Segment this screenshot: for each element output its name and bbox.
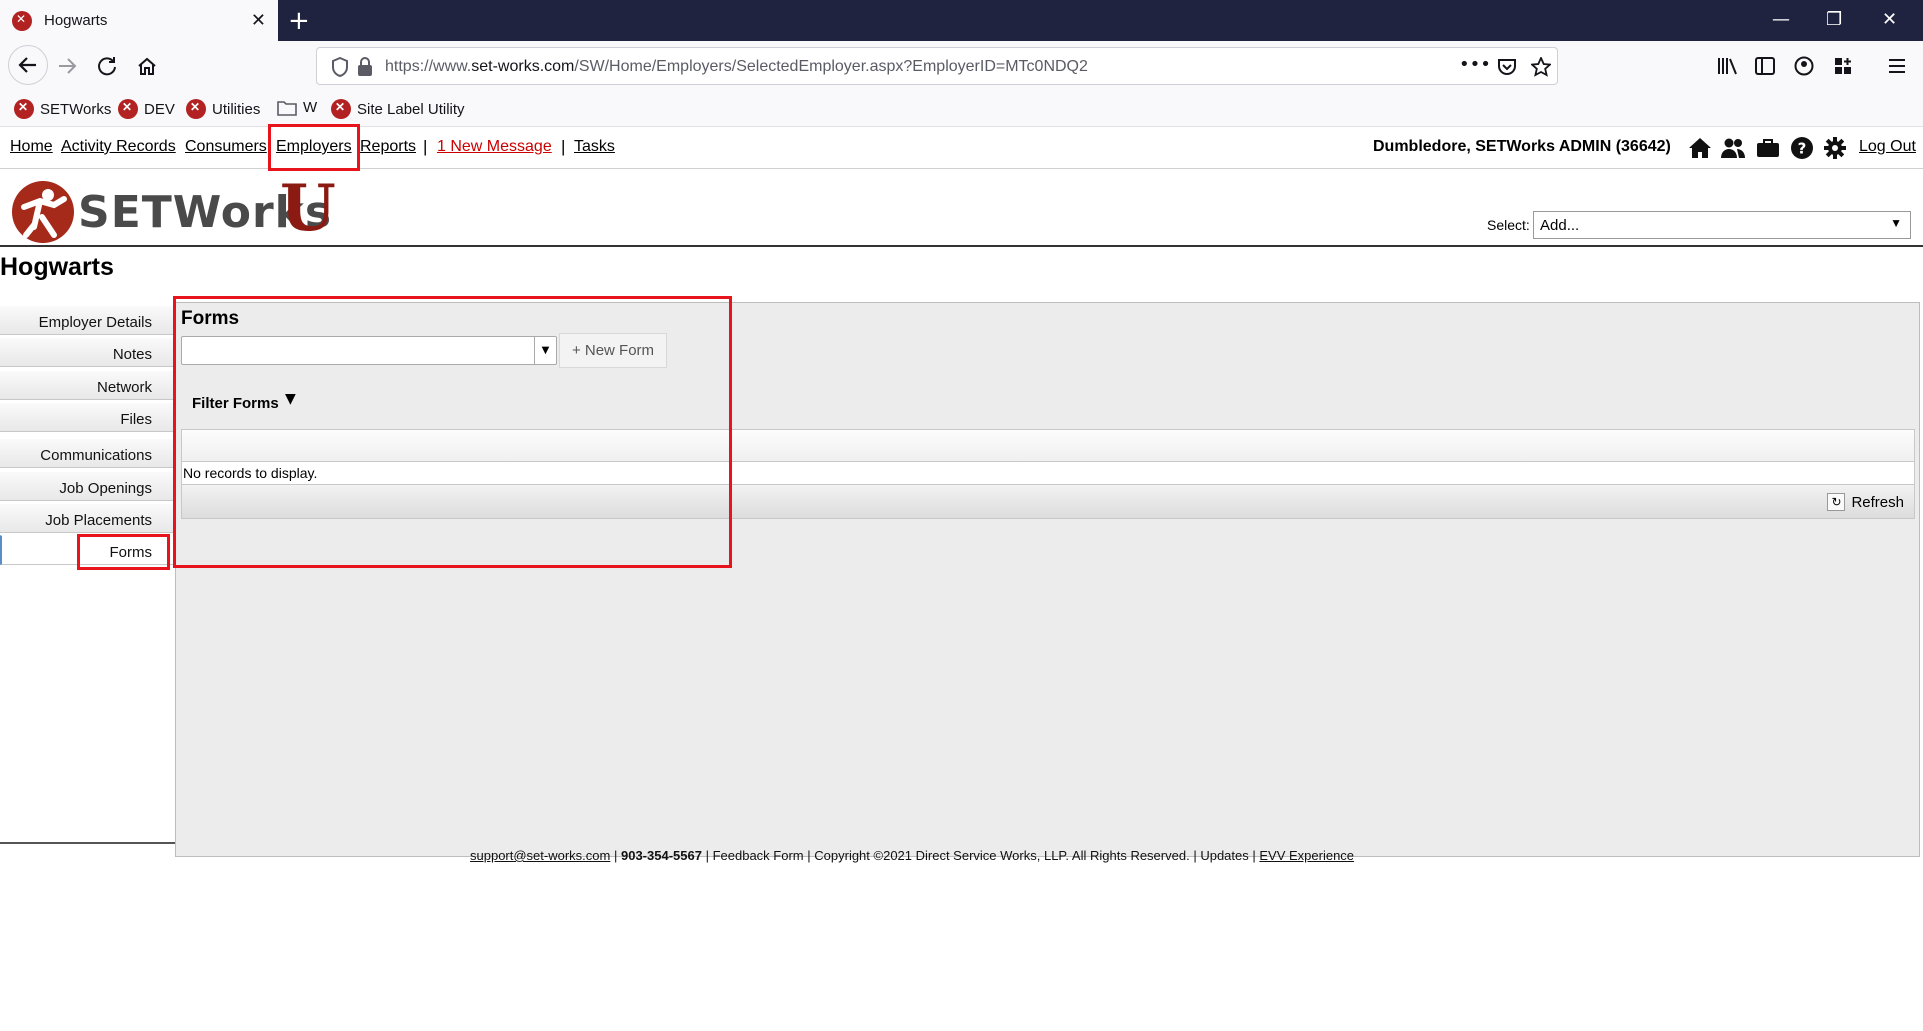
setworks-favicon-icon [118,99,138,119]
menu-consumers[interactable]: Consumers [185,138,267,156]
footer-separator: | [613,848,621,863]
bookmarks-bar: SETWorks DEV Utilities W Site Label Util… [0,91,1923,127]
more-actions-icon[interactable]: ••• [1459,54,1491,75]
highlight-forms-tab [77,534,170,570]
bookmark-label: W [303,99,318,116]
sidebar-item-communications[interactable]: Communications [0,438,174,468]
employer-sidebar: Employer Details Notes Network Files Com… [0,302,175,844]
menu-separator: | [561,137,566,156]
feedback-form-link[interactable]: Feedback Form [713,848,804,863]
bookmark-label: SETWorks [40,100,112,118]
highlight-forms-area [173,296,732,568]
menu-home[interactable]: Home [10,138,53,156]
bookmark-utilities[interactable]: Utilities [186,99,260,119]
restore-icon[interactable]: ❐ [1826,9,1842,30]
sidebar-item-job-openings[interactable]: Job Openings [0,471,174,501]
sidebar-item-network[interactable]: Network [0,370,174,400]
bookmark-setworks[interactable]: SETWorks [14,99,111,119]
browser-tab-strip: Hogwarts ✕ + — ❐ ✕ [0,0,1923,41]
add-select[interactable]: Add... ▼ [1533,211,1911,239]
setworks-logo-icon [12,181,74,243]
shield-icon[interactable] [331,56,349,81]
footer-separator: | [807,848,811,863]
tab-title: Hogwarts [44,12,108,29]
page-title: Hogwarts [0,253,114,281]
account-icon[interactable] [1787,49,1821,83]
setworks-favicon-icon [14,99,34,119]
url-bar[interactable]: https://www.set-works.com/SW/Home/Employ… [316,47,1558,85]
extensions-icon[interactable] [1826,49,1860,83]
browser-tab[interactable]: Hogwarts ✕ [0,0,278,41]
bookmark-label: Utilities [212,100,261,118]
menu-activity-records[interactable]: Activity Records [61,138,176,156]
copyright-text: Copyright ©2021 Direct Service Works, LL… [814,848,1190,863]
briefcase-icon[interactable] [1755,135,1781,161]
url-text[interactable]: https://www.set-works.com/SW/Home/Employ… [385,58,1088,76]
bookmark-folder-w[interactable]: W [277,99,317,116]
home-icon[interactable] [1687,135,1713,161]
lock-icon[interactable] [357,57,373,81]
library-icon[interactable] [1710,49,1744,83]
sidebar-item-employer-details[interactable]: Employer Details [0,305,174,335]
new-tab-icon[interactable]: + [288,6,310,36]
users-icon[interactable] [1720,135,1746,161]
support-phone: 903-354-5567 [620,848,702,863]
chevron-down-icon: ▼ [1890,216,1902,230]
back-icon[interactable] [8,45,48,85]
setworks-favicon-icon [186,99,206,119]
menu-tasks[interactable]: Tasks [574,138,615,156]
select-value: Add... [1540,217,1580,234]
sidebar-item-job-placements[interactable]: Job Placements [0,503,174,533]
help-icon[interactable]: ? [1789,135,1815,161]
sidebar-item-notes[interactable]: Notes [0,337,174,367]
page-footer: support@set-works.com | 903-354-5567 | F… [470,848,1354,863]
bookmark-site-label-utility[interactable]: Site Label Utility [331,99,465,119]
minimize-icon[interactable]: — [1772,9,1790,30]
gear-icon[interactable] [1822,135,1848,161]
close-tab-icon[interactable]: ✕ [251,10,266,31]
select-label: Select: [1487,217,1530,233]
logo-u: U [280,171,336,246]
folder-icon [277,100,297,116]
refresh-button[interactable]: ↻ Refresh [1827,493,1904,511]
bookmark-dev[interactable]: DEV [118,99,175,119]
refresh-icon: ↻ [1827,493,1846,511]
updates-link[interactable]: Updates [1200,848,1248,863]
menu-new-message[interactable]: 1 New Message [437,138,552,156]
logout-link[interactable]: Log Out [1859,138,1916,156]
sidebar-toggle-icon[interactable] [1748,49,1782,83]
close-window-icon[interactable]: ✕ [1882,9,1897,30]
evv-experience-link[interactable]: EVV Experience [1259,848,1354,863]
user-name: Dumbledore, SETWorks ADMIN (36642) [1373,138,1671,155]
forward-icon[interactable] [50,49,84,83]
sidebar-item-files[interactable]: Files [0,402,174,432]
svg-text:?: ? [1798,140,1807,158]
highlight-employers [268,124,360,171]
menu-separator: | [423,137,428,156]
home-icon[interactable] [130,49,164,83]
reload-icon[interactable] [90,49,124,83]
app-header: SETWorks U Select: Add... ▼ [0,169,1923,247]
pocket-icon[interactable] [1497,57,1517,81]
support-email-link[interactable]: support@set-works.com [470,848,610,863]
browser-navbar: https://www.set-works.com/SW/Home/Employ… [0,41,1923,91]
refresh-label: Refresh [1851,493,1904,511]
setworks-favicon-icon [331,99,351,119]
setworks-favicon-icon [12,10,32,31]
bookmark-label: DEV [144,100,175,118]
bookmark-label: Site Label Utility [357,100,465,118]
footer-separator: | [705,848,713,863]
bookmark-star-icon[interactable] [1529,55,1553,81]
menu-icon[interactable] [1880,49,1914,83]
menu-reports[interactable]: Reports [360,138,416,156]
